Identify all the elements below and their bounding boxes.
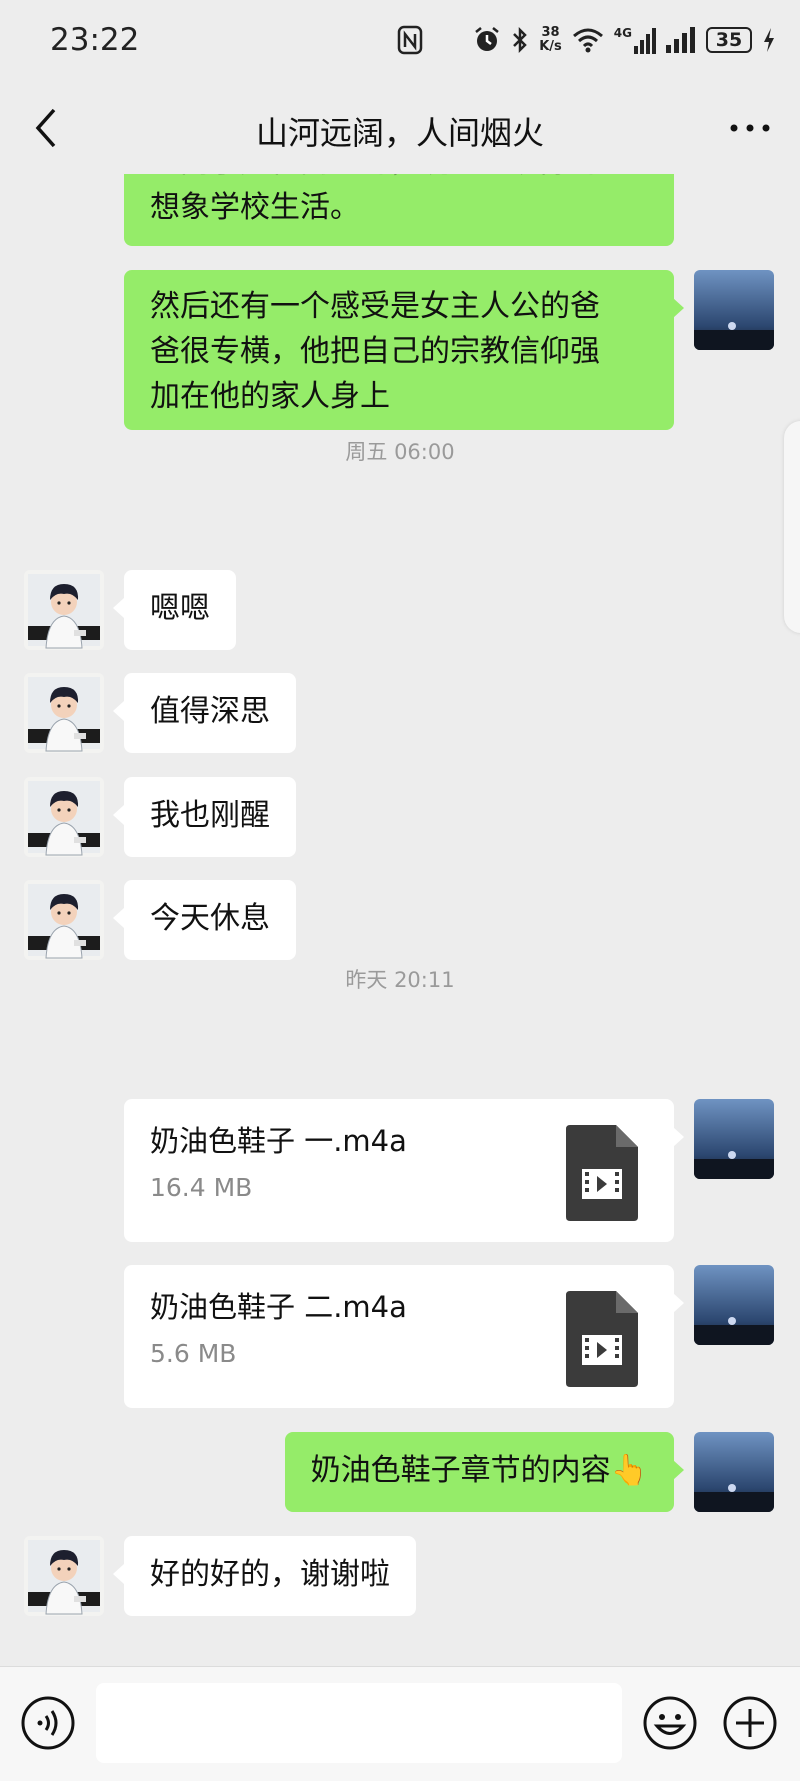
timestamp: 昨天 20:11 (345, 968, 455, 992)
file-name: 奶油色鞋子 一.m4a (150, 1124, 407, 1158)
voice-icon[interactable] (20, 1695, 76, 1751)
wifi-icon (572, 27, 604, 53)
message-bubble-received[interactable]: 好的好的，谢谢啦 (124, 1536, 416, 1616)
file-message-1[interactable]: 奶油色鞋子 一.m4a 16.4 MB (124, 1099, 674, 1242)
net-speed: 38 K/s (539, 25, 562, 54)
bubble-tail (673, 298, 684, 318)
message-bubble-sent[interactable]: 盘问了是在高里的，说一些现际的 想象学校生活。 (124, 174, 674, 246)
status-time: 23:22 (50, 22, 140, 58)
message-list[interactable]: 盘问了是在高里的，说一些现际的 想象学校生活。 然后还有一个感受是女主人公的爸 … (0, 174, 800, 1666)
bubble-tail (673, 1460, 684, 1480)
bubble-tail (113, 908, 124, 928)
message-input[interactable] (96, 1683, 622, 1763)
video-file-icon (566, 1125, 638, 1221)
message-bubble-received[interactable]: 嗯嗯 (124, 570, 236, 650)
file-size: 16.4 MB (150, 1173, 253, 1202)
message-bubble-received[interactable]: 我也刚醒 (124, 777, 296, 857)
my-avatar[interactable] (694, 1099, 774, 1179)
file-name: 奶油色鞋子 二.m4a (150, 1290, 407, 1324)
message-bubble-received[interactable]: 值得深思 (124, 673, 296, 753)
message-bubble-sent[interactable]: 奶油色鞋子章节的内容👆 (284, 1432, 674, 1512)
message-bubble-sent[interactable]: 然后还有一个感受是女主人公的爸 爸很专横，他把自己的宗教信仰强 加在他的家人身上 (124, 270, 674, 430)
contact-avatar[interactable] (24, 880, 104, 960)
battery-icon: 35 (706, 27, 752, 53)
input-bar (0, 1666, 800, 1781)
my-avatar[interactable] (694, 1265, 774, 1345)
video-file-icon (566, 1291, 638, 1387)
charging-icon (762, 27, 776, 53)
message-bubble-received[interactable]: 今天休息 (124, 880, 296, 960)
more-icon[interactable] (726, 110, 774, 146)
bubble-tail (113, 598, 124, 618)
bubble-tail (113, 1564, 124, 1584)
network-type: 4G (613, 26, 632, 40)
nfc-icon (397, 25, 423, 55)
chat-header: 山河远阔，人间烟火 (0, 82, 800, 174)
file-message-2[interactable]: 奶油色鞋子 二.m4a 5.6 MB (124, 1265, 674, 1408)
cellular-2-icon (666, 27, 696, 53)
contact-avatar[interactable] (24, 570, 104, 650)
my-avatar[interactable] (694, 270, 774, 350)
plus-icon[interactable] (722, 1695, 778, 1751)
bubble-tail (673, 1127, 684, 1147)
bubble-tail (113, 701, 124, 721)
cellular-icon: 4G (614, 26, 656, 54)
status-icons: 38 K/s 4G 35 (397, 20, 776, 60)
status-bar: 23:22 38 K/s 4G 35 (0, 0, 800, 82)
emoji-icon[interactable] (642, 1695, 698, 1751)
alarm-icon (473, 26, 501, 54)
file-size: 5.6 MB (150, 1339, 237, 1368)
bluetooth-icon (511, 26, 529, 54)
contact-avatar[interactable] (24, 1536, 104, 1616)
bubble-tail (113, 805, 124, 825)
my-avatar[interactable] (694, 1432, 774, 1512)
chat-title: 山河远阔，人间烟火 (255, 114, 544, 152)
bubble-tail (673, 1293, 684, 1313)
timestamp: 周五 06:00 (345, 440, 455, 464)
contact-avatar[interactable] (24, 673, 104, 753)
contact-avatar[interactable] (24, 777, 104, 857)
